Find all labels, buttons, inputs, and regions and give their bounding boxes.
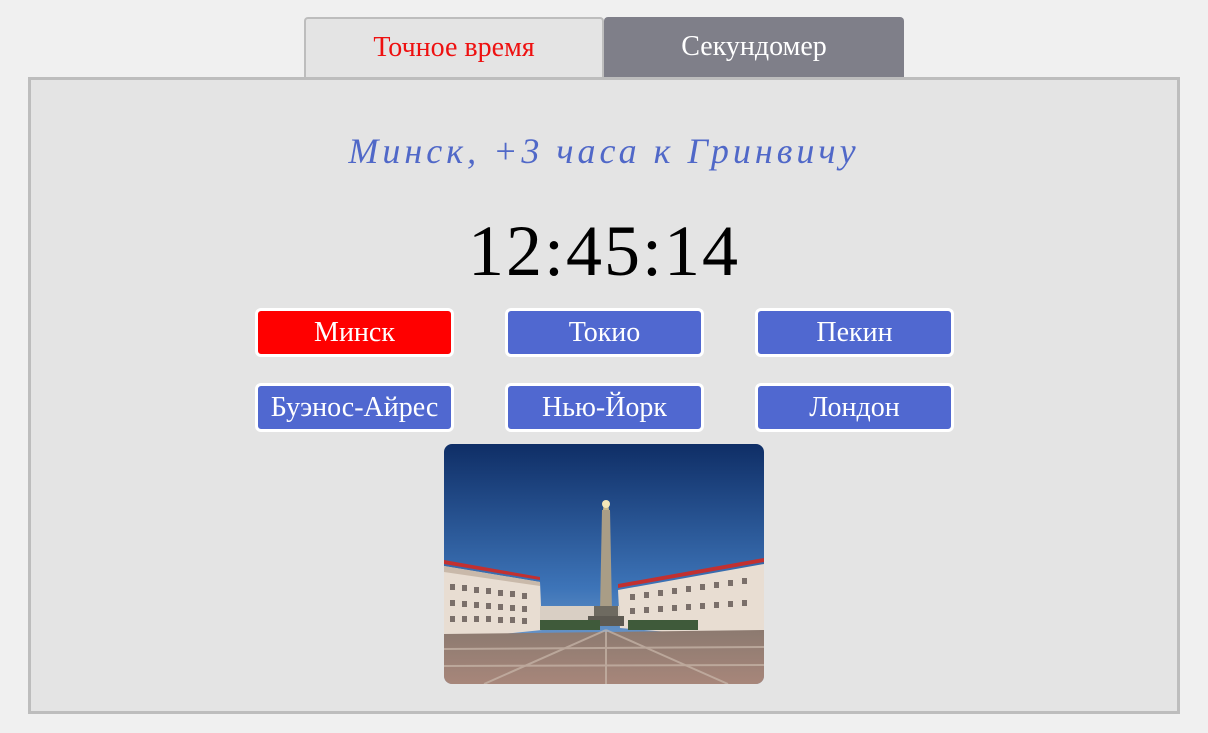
city-button-tokyo[interactable]: Токио — [505, 308, 704, 357]
tab-exact-time[interactable]: Точное время — [304, 17, 604, 77]
city-button-london[interactable]: Лондон — [755, 383, 954, 432]
city-button-minsk[interactable]: Минск — [255, 308, 454, 357]
city-photo — [444, 444, 764, 684]
tab-stopwatch[interactable]: Секундомер — [604, 17, 904, 77]
timezone-title: Минск, +3 часа к Гринвичу — [348, 131, 860, 171]
city-button-beijing[interactable]: Пекин — [755, 308, 954, 357]
time-panel: Минск, +3 часа к Гринвичу 12:45:14 Минск… — [28, 77, 1180, 714]
city-button-buenos-aires[interactable]: Буэнос-Айрес — [255, 383, 454, 432]
city-button-new-york[interactable]: Нью-Йорк — [505, 383, 704, 432]
clock-display: 12:45:14 — [467, 211, 740, 291]
tab-bar: Точное время Секундомер — [304, 17, 904, 77]
